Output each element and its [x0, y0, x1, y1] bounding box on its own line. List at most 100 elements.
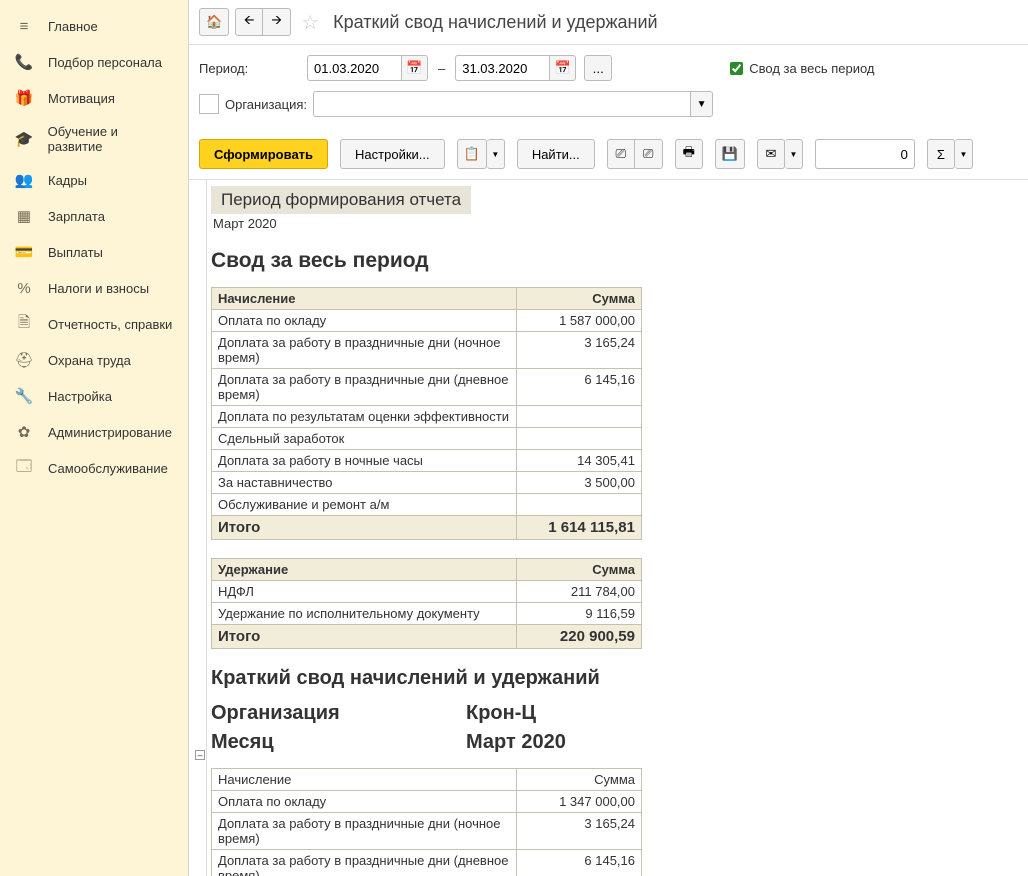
ded-total-label: Итого: [212, 625, 517, 649]
nav-buttons: 🡨 🡪: [235, 8, 291, 36]
save-button[interactable]: 💾: [715, 139, 745, 169]
copy-button[interactable]: 📋: [457, 139, 487, 169]
sidebar-item-label: Охрана труда: [48, 353, 131, 368]
sidebar-item-motivation[interactable]: 🎁Мотивация: [0, 80, 188, 116]
settings-button[interactable]: Настройки...: [340, 139, 445, 169]
page-title: Краткий свод начислений и удержаний: [333, 12, 657, 33]
table-row[interactable]: За наставничество3 500,00: [212, 472, 642, 494]
period-month: Март 2020: [211, 214, 1018, 243]
date-to-field: 📅: [455, 55, 576, 81]
number-input[interactable]: [815, 139, 915, 169]
sidebar-item-label: Администрирование: [48, 425, 172, 440]
date-from-field: 📅: [307, 55, 428, 81]
sidebar-item-settings[interactable]: 🔧Настройка: [0, 378, 188, 414]
table-row[interactable]: Сдельный заработок: [212, 428, 642, 450]
date-from-input[interactable]: [307, 55, 402, 81]
table-row[interactable]: Оплата по окладу1 347 000,00: [212, 791, 642, 813]
card-icon: 💳: [14, 242, 34, 262]
sidebar-item-training[interactable]: 🎓Обучение и развитие: [0, 116, 188, 162]
detail-title: Краткий свод начислений и удержаний: [211, 667, 1018, 690]
cell-sum: [517, 494, 642, 516]
table-row[interactable]: Доплата за работу в ночные часы14 305,41: [212, 450, 642, 472]
sidebar-item-reports[interactable]: 🗎Отчетность, справки: [0, 306, 188, 342]
window-icon: 🗔: [14, 458, 34, 478]
cell-name: За наставничество: [212, 472, 517, 494]
sidebar-item-label: Обучение и развитие: [48, 124, 174, 154]
form-button[interactable]: Сформировать: [199, 139, 328, 169]
table-row[interactable]: Оплата по окладу1 587 000,00: [212, 310, 642, 332]
period-section-title: Период формирования отчета: [211, 186, 471, 214]
cell-sum: 1 587 000,00: [517, 310, 642, 332]
copy-dropdown-btn[interactable]: ▼: [487, 139, 505, 169]
svod-checkbox-group: Свод за весь период: [730, 61, 874, 76]
expand-button[interactable]: ⎚: [607, 139, 635, 169]
forward-button[interactable]: 🡪: [263, 8, 291, 36]
sidebar-item-main[interactable]: ≡Главное: [0, 8, 188, 44]
sidebar-item-label: Настройка: [48, 389, 112, 404]
acc-total-label: Итого: [212, 516, 517, 540]
cell-name: Доплата за работу в ночные часы: [212, 450, 517, 472]
favorite-icon[interactable]: ☆: [301, 10, 319, 35]
mail-button[interactable]: ✉: [757, 139, 785, 169]
back-button[interactable]: 🡨: [235, 8, 263, 36]
acc-head-name: Начисление: [212, 288, 517, 310]
table-row[interactable]: Доплата по результатам оценки эффективно…: [212, 406, 642, 428]
calendar-icon[interactable]: 📅: [402, 55, 428, 81]
table-row[interactable]: Удержание по исполнительному документу9 …: [212, 603, 642, 625]
cell-sum: [517, 406, 642, 428]
ded-head-name: Удержание: [212, 559, 517, 581]
sidebar-item-label: Выплаты: [48, 245, 103, 260]
sidebar-item-label: Самообслуживание: [48, 461, 168, 476]
sidebar-item-label: Подбор персонала: [48, 55, 162, 70]
cell-sum: 3 165,24: [517, 813, 642, 850]
sidebar-item-payments[interactable]: 💳 Выплаты: [0, 234, 188, 270]
cell-name: Оплата по окладу: [212, 310, 517, 332]
mail-dropdown-btn[interactable]: ▼: [785, 139, 803, 169]
sidebar-item-selfservice[interactable]: 🗔 Самообслуживание: [0, 450, 188, 486]
org-checkbox[interactable]: [199, 94, 219, 114]
table-row[interactable]: Доплата за работу в праздничные дни (дне…: [212, 369, 642, 406]
sidebar-item-hr[interactable]: 👥Кадры: [0, 162, 188, 198]
sidebar-item-recruit[interactable]: 📞Подбор персонала: [0, 44, 188, 80]
cell-sum: [517, 428, 642, 450]
sidebar-item-label: Отчетность, справки: [48, 317, 172, 332]
table-row[interactable]: Доплата за работу в праздничные дни (ноч…: [212, 813, 642, 850]
sidebar-item-taxes[interactable]: %Налоги и взносы: [0, 270, 188, 306]
sidebar-item-admin[interactable]: ✿Администрирование: [0, 414, 188, 450]
cell-sum: 3 500,00: [517, 472, 642, 494]
sigma-dropdown-btn[interactable]: ▼: [955, 139, 973, 169]
cell-name: НДФЛ: [212, 581, 517, 603]
accruals-table: НачислениеСумма Оплата по окладу1 587 00…: [211, 287, 642, 540]
home-button[interactable]: 🏠: [199, 8, 229, 36]
period-select-button[interactable]: ...: [584, 55, 612, 81]
cell-sum: 6 145,16: [517, 850, 642, 876]
table-row[interactable]: НДФЛ211 784,00: [212, 581, 642, 603]
print-button[interactable]: 🖶: [675, 139, 703, 169]
date-to-input[interactable]: [455, 55, 550, 81]
org-meta-value: Крон-Ц: [466, 702, 536, 725]
collapse-button[interactable]: ⎚: [635, 139, 663, 169]
find-button[interactable]: Найти...: [517, 139, 595, 169]
expand-buttons: ⎚ ⎚: [607, 139, 663, 169]
org-input[interactable]: [313, 91, 691, 117]
calendar-icon[interactable]: 📅: [550, 55, 576, 81]
sidebar-item-salary[interactable]: ▦Зарплата: [0, 198, 188, 234]
sigma-button[interactable]: Σ: [927, 139, 955, 169]
org-dropdown-button[interactable]: ▼: [691, 91, 713, 117]
svod-title: Свод за весь период: [211, 249, 1018, 273]
svod-checkbox[interactable]: [730, 62, 743, 75]
cell-name: Сдельный заработок: [212, 428, 517, 450]
cell-sum: 6 145,16: [517, 369, 642, 406]
people-icon: 👥: [14, 170, 34, 190]
mail-dropdown: ✉ ▼: [757, 139, 803, 169]
main: 🏠 🡨 🡪 ☆ Краткий свод начислений и удержа…: [189, 0, 1028, 876]
table-row[interactable]: Обслуживание и ремонт а/м: [212, 494, 642, 516]
dash-separator: –: [438, 61, 445, 76]
cell-name: Доплата по результатам оценки эффективно…: [212, 406, 517, 428]
table-row[interactable]: Доплата за работу в праздничные дни (дне…: [212, 850, 642, 876]
org-meta-label: Организация: [211, 702, 466, 725]
outline-collapse-mark[interactable]: –: [195, 750, 205, 760]
cell-name: Доплата за работу в праздничные дни (ноч…: [212, 813, 517, 850]
table-row[interactable]: Доплата за работу в праздничные дни (ноч…: [212, 332, 642, 369]
sidebar-item-safety[interactable]: ⛑Охрана труда: [0, 342, 188, 378]
